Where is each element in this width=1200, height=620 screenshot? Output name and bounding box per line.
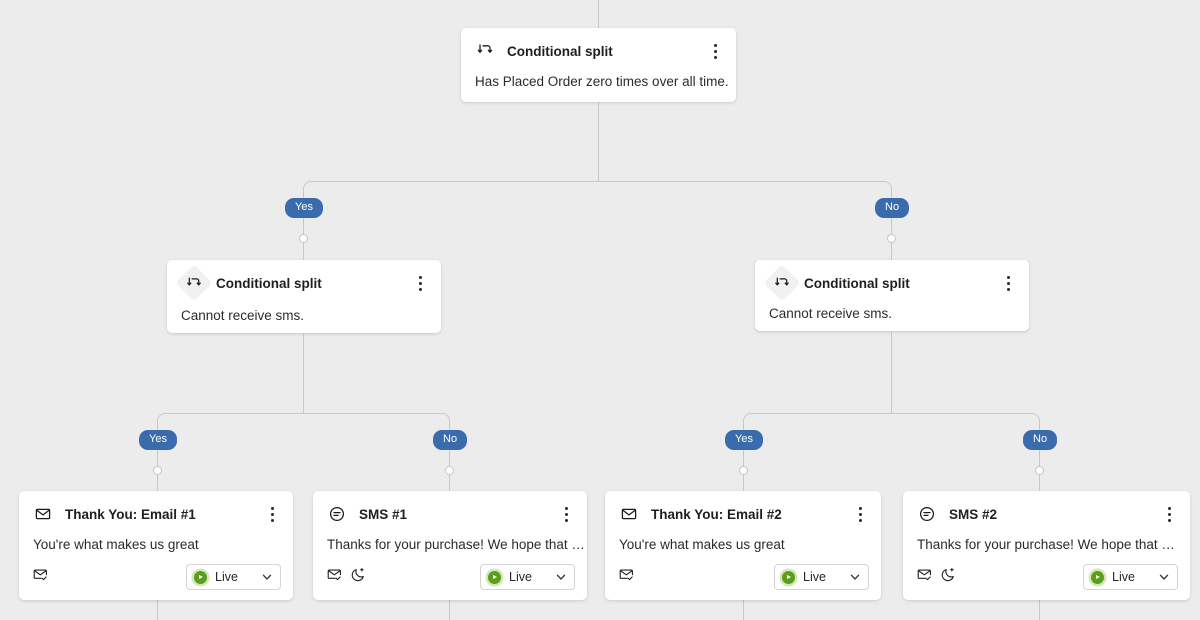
chevron-down-icon	[261, 571, 273, 583]
card-menu-button[interactable]	[557, 504, 575, 524]
node-card-root-split[interactable]: Conditional split Has Placed Order zero …	[461, 28, 736, 102]
envelope-check-icon	[619, 567, 634, 587]
status-label: Live	[509, 570, 547, 584]
connector-elbow-top-right	[598, 181, 892, 203]
live-status-icon	[194, 571, 207, 584]
card-header: Conditional split	[461, 28, 736, 61]
card-title: Thank You: Email #2	[651, 507, 851, 522]
card-header: Conditional split	[167, 260, 441, 296]
status-dropdown[interactable]: Live	[1083, 564, 1178, 590]
connector-line-tail-2	[449, 600, 450, 620]
branch-badge-right-yes[interactable]: Yes	[725, 430, 763, 450]
message-card[interactable]: Thank You: Email #1 You're what makes us…	[19, 491, 293, 600]
card-header: Thank You: Email #2	[605, 491, 881, 524]
card-menu-button[interactable]	[706, 41, 724, 61]
card-body-text: Thanks for your purchase! We hope that …	[903, 524, 1190, 552]
card-title: Conditional split	[804, 276, 999, 291]
card-title: SMS #2	[949, 507, 1160, 522]
message-card[interactable]: SMS #1 Thanks for your purchase! We hope…	[313, 491, 587, 600]
card-footer-icons	[917, 567, 1083, 587]
card-footer-icons	[33, 567, 186, 587]
card-body-text: Cannot receive sms.	[167, 296, 441, 323]
status-label: Live	[215, 570, 253, 584]
message-card[interactable]: SMS #2 Thanks for your purchase! We hope…	[903, 491, 1190, 600]
card-footer: Live	[903, 552, 1190, 603]
connector-elbow-l2-left	[157, 413, 304, 435]
message-card[interactable]: Thank You: Email #2 You're what makes us…	[605, 491, 881, 600]
card-menu-button[interactable]	[999, 273, 1017, 293]
connector-node-m2	[445, 466, 454, 475]
chevron-down-icon	[849, 571, 861, 583]
card-footer: Live	[313, 552, 587, 603]
connector-node-m1	[153, 466, 162, 475]
flow-canvas[interactable]: Yes No Yes No Yes No Co	[0, 0, 1200, 620]
card-title: Thank You: Email #1	[65, 507, 263, 522]
status-label: Live	[803, 570, 841, 584]
card-title: SMS #1	[359, 507, 557, 522]
connector-line-root-down	[598, 101, 599, 181]
connector-line-tail-1	[157, 600, 158, 620]
connector-node-m4	[1035, 466, 1044, 475]
status-dropdown[interactable]: Live	[480, 564, 575, 590]
card-header: Thank You: Email #1	[19, 491, 293, 524]
card-footer: Live	[605, 552, 881, 603]
branch-badge-right-no[interactable]: No	[1023, 430, 1057, 450]
quiet-hours-moon-icon	[351, 567, 366, 587]
connector-node-m3	[739, 466, 748, 475]
card-header: Conditional split	[755, 260, 1029, 296]
sms-icon	[917, 504, 937, 524]
card-body-text: Thanks for your purchase! We hope that …	[313, 524, 587, 552]
card-footer-icons	[619, 567, 774, 587]
conditional-split-icon	[475, 41, 495, 61]
connector-line-right-down	[891, 332, 892, 413]
connector-node-left	[299, 234, 308, 243]
connector-elbow-r2-right	[891, 413, 1040, 435]
envelope-check-icon	[33, 567, 48, 587]
branch-badge-left-no[interactable]: No	[433, 430, 467, 450]
branch-badge-top-yes[interactable]: Yes	[285, 198, 323, 218]
card-menu-button[interactable]	[411, 273, 429, 293]
card-title: Conditional split	[507, 44, 706, 59]
node-card-right-split[interactable]: Conditional split Cannot receive sms.	[755, 260, 1029, 331]
envelope-check-icon	[327, 567, 342, 587]
card-footer-icons	[327, 567, 480, 587]
live-status-icon	[782, 571, 795, 584]
card-body-text: You're what makes us great	[19, 524, 293, 552]
connector-node-right	[887, 234, 896, 243]
connector-elbow-l2-right	[303, 413, 450, 435]
branch-badge-top-no[interactable]: No	[875, 198, 909, 218]
card-header: SMS #2	[903, 491, 1190, 524]
status-dropdown[interactable]: Live	[774, 564, 869, 590]
chevron-down-icon	[1158, 571, 1170, 583]
card-title: Conditional split	[216, 276, 411, 291]
live-status-icon	[1091, 571, 1104, 584]
live-status-icon	[488, 571, 501, 584]
card-body-text: You're what makes us great	[605, 524, 881, 552]
connector-line-tail-4	[1039, 600, 1040, 620]
chevron-down-icon	[555, 571, 567, 583]
email-icon	[619, 504, 639, 524]
envelope-check-icon	[917, 567, 932, 587]
card-header: SMS #1	[313, 491, 587, 524]
email-icon	[33, 504, 53, 524]
connector-elbow-r2-left	[743, 413, 892, 435]
branch-badge-left-yes[interactable]: Yes	[139, 430, 177, 450]
status-dropdown[interactable]: Live	[186, 564, 281, 590]
quiet-hours-moon-icon	[941, 567, 956, 587]
card-body-text: Has Placed Order zero times over all tim…	[461, 61, 736, 89]
connector-line-trunk-top	[598, 0, 599, 28]
card-menu-button[interactable]	[851, 504, 869, 524]
sms-icon	[327, 504, 347, 524]
connector-elbow-top-left	[303, 181, 599, 203]
status-label: Live	[1112, 570, 1150, 584]
node-card-left-split[interactable]: Conditional split Cannot receive sms.	[167, 260, 441, 333]
connector-line-tail-3	[743, 600, 744, 620]
card-menu-button[interactable]	[1160, 504, 1178, 524]
card-body-text: Cannot receive sms.	[755, 296, 1029, 321]
card-footer: Live	[19, 552, 293, 603]
card-menu-button[interactable]	[263, 504, 281, 524]
connector-line-left-down	[303, 334, 304, 413]
